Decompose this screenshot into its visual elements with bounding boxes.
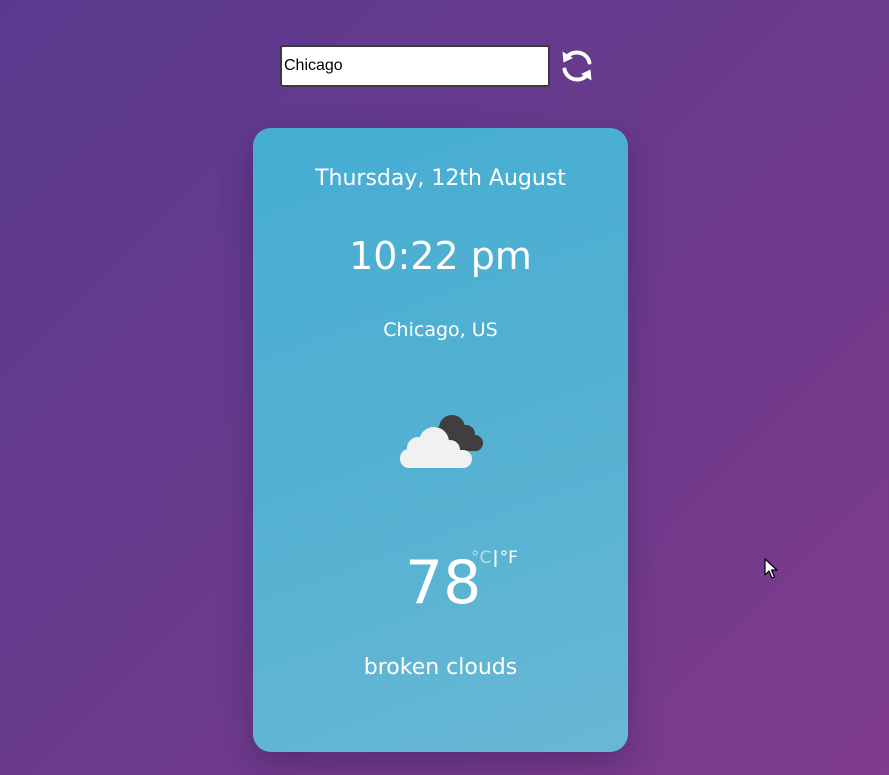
weather-description: broken clouds xyxy=(363,655,518,680)
celsius-toggle[interactable]: °C xyxy=(471,548,491,568)
temperature-value: 78 xyxy=(405,548,482,618)
unit-separator: | xyxy=(492,548,499,568)
unit-toggle: °C|°F xyxy=(471,548,518,568)
weather-card: Thursday, 12th August 10:22 pm Chicago, … xyxy=(253,128,628,752)
weather-time: 10:22 pm xyxy=(349,234,532,278)
broken-clouds-icon xyxy=(396,408,488,472)
weather-location: Chicago, US xyxy=(383,319,498,341)
fahrenheit-toggle[interactable]: °F xyxy=(500,548,518,568)
temperature-block: 78 °C|°F xyxy=(253,548,628,618)
weather-date: Thursday, 12th August xyxy=(315,166,566,191)
search-bar xyxy=(280,45,610,87)
refresh-button[interactable] xyxy=(558,47,596,85)
city-search-input[interactable] xyxy=(280,45,550,87)
refresh-icon xyxy=(562,50,592,82)
mouse-cursor-icon xyxy=(764,558,778,580)
